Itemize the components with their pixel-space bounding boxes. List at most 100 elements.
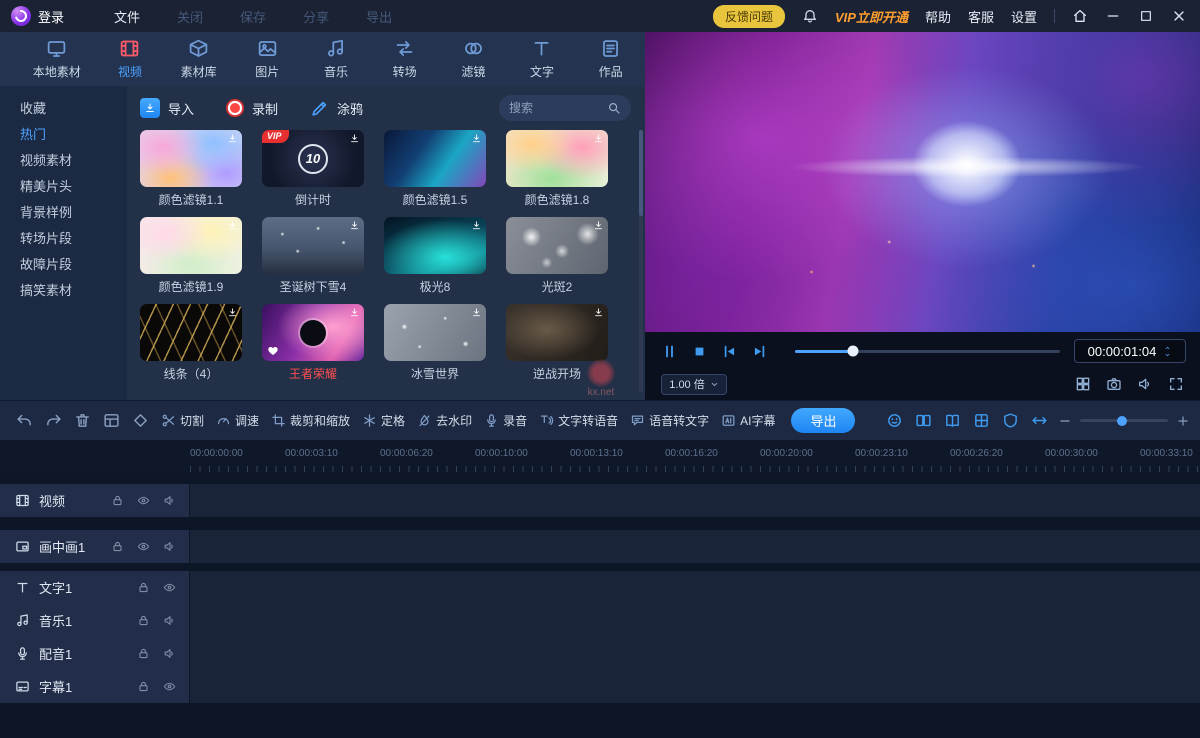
lock-icon[interactable] [137, 581, 150, 594]
zoom-slider[interactable] [1080, 419, 1168, 422]
volume-icon[interactable] [163, 614, 176, 627]
scrollbar-thumb[interactable] [639, 130, 643, 216]
pause-icon[interactable] [661, 343, 678, 360]
login-button[interactable]: 登录 [38, 7, 64, 26]
vip-upgrade-button[interactable]: VIP立即开通 [835, 7, 908, 26]
bell-icon[interactable] [802, 8, 818, 24]
sidebar-item-video-material[interactable]: 视频素材 [0, 148, 127, 174]
library-item[interactable]: 颜色滤镜1.9 [140, 217, 242, 295]
stop-icon[interactable] [691, 343, 708, 360]
download-icon[interactable] [471, 133, 482, 144]
library-item[interactable]: 王者荣耀 [262, 304, 364, 382]
zoom-out-icon[interactable] [1058, 414, 1072, 428]
storyboard-icon[interactable] [103, 412, 120, 429]
tab-local-media[interactable]: 本地素材 [18, 38, 96, 80]
volume-icon[interactable] [163, 647, 176, 660]
scrollbar[interactable] [639, 130, 643, 392]
download-icon[interactable] [593, 133, 604, 144]
skip-to-start-icon[interactable] [721, 343, 738, 360]
customer-service-button[interactable]: 客服 [968, 7, 994, 26]
library-item[interactable]: 极光8 [384, 217, 486, 295]
cut-tool[interactable]: 切割 [161, 412, 204, 429]
track-header[interactable]: 视频 [0, 484, 189, 517]
library-item[interactable]: 圣诞树下雪4 [262, 217, 364, 295]
timecode-spinner[interactable] [1163, 345, 1172, 358]
emoji-icon[interactable] [886, 412, 903, 429]
redo-icon[interactable] [45, 412, 62, 429]
track-lane[interactable] [190, 484, 1200, 517]
sidebar-item-funny[interactable]: 搞笑素材 [0, 278, 127, 304]
library-item[interactable]: 光斑2 [506, 217, 608, 295]
seek-handle[interactable] [848, 346, 859, 357]
library-item[interactable]: VIP10倒计时 [262, 130, 364, 208]
tab-text[interactable]: 文字 [508, 38, 577, 80]
import-button[interactable]: 导入 [140, 98, 194, 118]
split-screen-icon[interactable] [915, 412, 932, 429]
timecode-box[interactable]: 00:00:01:04 [1074, 339, 1186, 363]
expand-icon[interactable] [1031, 412, 1048, 429]
menu-file[interactable]: 文件 [114, 7, 140, 26]
tab-filter[interactable]: 滤镜 [439, 38, 508, 80]
sidebar-item-hot[interactable]: 热门 [0, 122, 127, 148]
track-lane[interactable] [190, 604, 1200, 637]
record-audio-tool[interactable]: 录音 [484, 412, 527, 429]
doodle-button[interactable]: 涂鸦 [310, 99, 363, 118]
track-lane[interactable] [190, 530, 1200, 563]
search-input[interactable] [509, 101, 601, 115]
track-header[interactable]: 字幕1 [0, 670, 189, 703]
undo-icon[interactable] [16, 412, 33, 429]
track-header[interactable]: 配音1 [0, 637, 189, 670]
freeze-frame-tool[interactable]: 定格 [362, 412, 405, 429]
download-icon[interactable] [349, 220, 360, 231]
lock-icon[interactable] [137, 680, 150, 693]
speech-to-text-tool[interactable]: 语音转文字 [630, 412, 709, 429]
lock-icon[interactable] [137, 647, 150, 660]
close-icon[interactable] [1171, 8, 1187, 24]
sidebar-item-favorites[interactable]: 收藏 [0, 96, 127, 122]
crop-zoom-tool[interactable]: 裁剪和缩放 [271, 412, 350, 429]
speed-dropdown[interactable]: 1.00 倍 [661, 374, 727, 395]
delete-icon[interactable] [74, 412, 91, 429]
skip-to-end-icon[interactable] [751, 343, 768, 360]
sidebar-item-intros[interactable]: 精美片头 [0, 174, 127, 200]
library-item[interactable]: 颜色滤镜1.1 [140, 130, 242, 208]
layout-grid-icon[interactable] [1075, 376, 1091, 392]
feedback-button[interactable]: 反馈问题 [713, 5, 785, 28]
tab-material-library[interactable]: 素材库 [164, 38, 233, 80]
maximize-icon[interactable] [1138, 8, 1154, 24]
search-icon[interactable] [607, 101, 621, 115]
spinner-down-icon[interactable] [1163, 352, 1172, 358]
record-button[interactable]: 录制 [226, 99, 278, 118]
help-button[interactable]: 帮助 [925, 7, 951, 26]
minimize-icon[interactable] [1105, 8, 1121, 24]
library-item[interactable]: 线条（4） [140, 304, 242, 382]
zoom-in-icon[interactable] [1176, 414, 1190, 428]
library-item[interactable]: 冰雪世界 [384, 304, 486, 382]
eye-icon[interactable] [163, 680, 176, 693]
eye-icon[interactable] [137, 540, 150, 553]
zoom-slider-handle[interactable] [1117, 416, 1127, 426]
lock-icon[interactable] [111, 540, 124, 553]
tab-works[interactable]: 作品 [576, 38, 645, 80]
sidebar-item-transitions[interactable]: 转场片段 [0, 226, 127, 252]
keyframe-icon[interactable] [132, 412, 149, 429]
track-header[interactable]: 文字1 [0, 571, 189, 604]
download-icon[interactable] [227, 307, 238, 318]
tab-music[interactable]: 音乐 [302, 38, 371, 80]
sidebar-item-glitch[interactable]: 故障片段 [0, 252, 127, 278]
settings-button[interactable]: 设置 [1011, 7, 1037, 26]
download-icon[interactable] [349, 133, 360, 144]
mosaic-icon[interactable] [973, 412, 990, 429]
tab-image[interactable]: 图片 [233, 38, 302, 80]
speed-tool[interactable]: 调速 [216, 412, 259, 429]
track-lane[interactable] [190, 637, 1200, 670]
library-item[interactable]: 逆战开场 [506, 304, 608, 382]
download-icon[interactable] [349, 307, 360, 318]
snapshot-icon[interactable] [1106, 376, 1122, 392]
track-header[interactable]: 画中画1 [0, 530, 189, 563]
track-lane[interactable] [190, 571, 1200, 604]
download-icon[interactable] [593, 307, 604, 318]
home-icon[interactable] [1072, 8, 1088, 24]
track-header[interactable]: 音乐1 [0, 604, 189, 637]
shield-icon[interactable] [1002, 412, 1019, 429]
